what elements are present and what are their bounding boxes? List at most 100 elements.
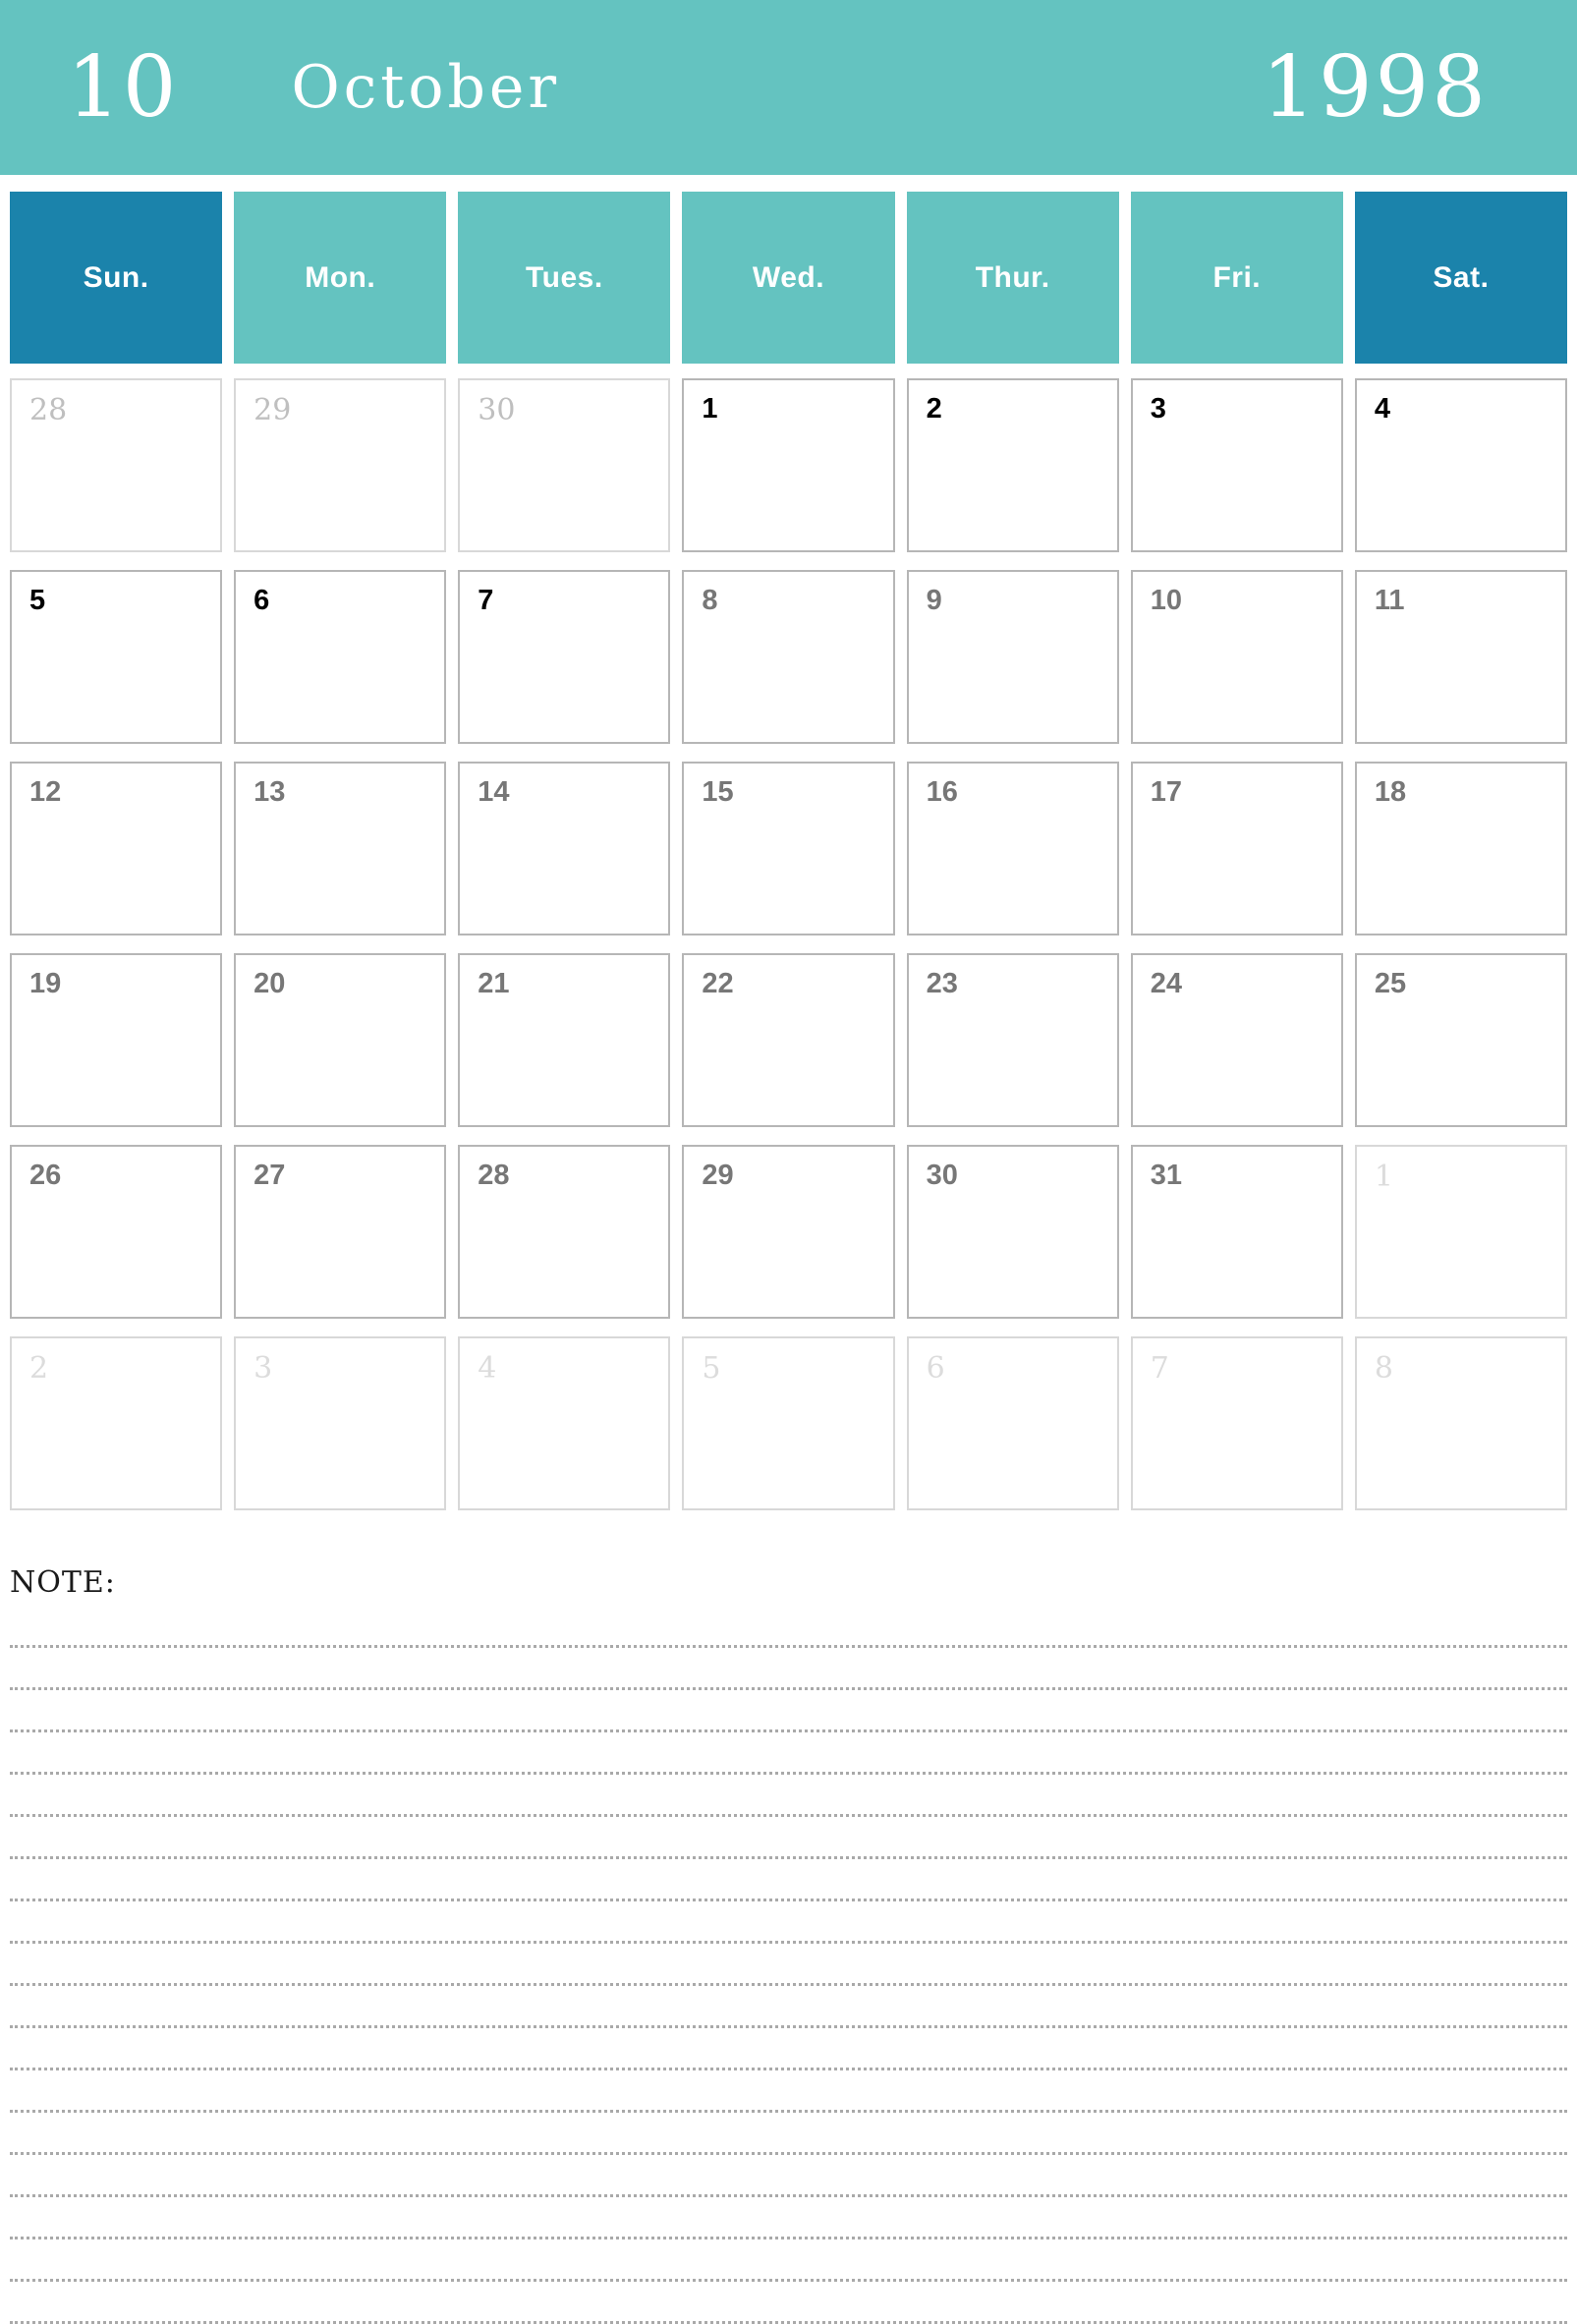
day-cell[interactable]: 2: [906, 378, 1119, 552]
note-line[interactable]: [10, 2239, 1567, 2282]
day-cell[interactable]: 5: [682, 1336, 895, 1510]
day-cell[interactable]: 29: [682, 1145, 895, 1319]
day-cell[interactable]: 13: [234, 762, 447, 935]
banner-month-name: October: [291, 53, 561, 122]
weekday-header-wed: Wed.: [682, 192, 895, 364]
day-cell[interactable]: 7: [458, 570, 671, 744]
day-cell[interactable]: 17: [1130, 762, 1343, 935]
day-cell[interactable]: 4: [458, 1336, 671, 1510]
day-number: 14: [478, 776, 510, 808]
day-cell[interactable]: 1: [682, 378, 895, 552]
day-cell[interactable]: 2: [10, 1336, 223, 1510]
day-cell[interactable]: 6: [234, 570, 447, 744]
weekday-header-sun: Sun.: [10, 192, 223, 364]
day-number: 23: [926, 968, 958, 999]
day-cell[interactable]: 4: [1354, 378, 1567, 552]
note-line[interactable]: [10, 2155, 1567, 2197]
note-line[interactable]: [10, 1986, 1567, 2028]
day-cell[interactable]: 28: [458, 1145, 671, 1319]
day-cell[interactable]: 18: [1354, 762, 1567, 935]
day-number: 10: [1150, 585, 1182, 616]
day-cell[interactable]: 1: [1354, 1145, 1567, 1319]
note-line[interactable]: [10, 1648, 1567, 1690]
day-number: 29: [253, 393, 292, 427]
day-cell[interactable]: 11: [1354, 570, 1567, 744]
note-line[interactable]: [10, 1817, 1567, 1859]
day-cell[interactable]: 29: [234, 378, 447, 552]
day-number: 3: [1150, 393, 1166, 425]
day-cell[interactable]: 7: [1130, 1336, 1343, 1510]
weekday-header-sat: Sat.: [1354, 192, 1567, 364]
note-line[interactable]: [10, 1606, 1567, 1648]
day-cell[interactable]: 8: [1354, 1336, 1567, 1510]
note-title: NOTE:: [10, 1565, 116, 1600]
day-number: 8: [1374, 1351, 1393, 1386]
note-line[interactable]: [10, 1775, 1567, 1817]
day-cell[interactable]: 19: [10, 953, 223, 1127]
note-line[interactable]: [10, 1732, 1567, 1775]
day-number: 25: [1374, 968, 1407, 999]
day-number: 21: [478, 968, 510, 999]
day-cell[interactable]: 10: [1130, 570, 1343, 744]
day-number: 9: [926, 585, 942, 616]
weekday-header-row: Sun. Mon. Tues. Wed. Thur. Fri. Sat.: [10, 192, 1567, 364]
day-number: 1: [1374, 1160, 1393, 1194]
weekday-label: Fri.: [1212, 260, 1262, 294]
note-line[interactable]: [10, 1944, 1567, 1986]
day-number: 28: [478, 1160, 510, 1191]
note-line[interactable]: [10, 1901, 1567, 1944]
note-line[interactable]: [10, 2197, 1567, 2239]
day-cell[interactable]: 28: [10, 378, 223, 552]
day-cell[interactable]: 30: [906, 1145, 1119, 1319]
day-cell[interactable]: 30: [458, 378, 671, 552]
note-line[interactable]: [10, 2070, 1567, 2113]
day-number: 4: [478, 1351, 497, 1386]
day-cell[interactable]: 8: [682, 570, 895, 744]
day-cell[interactable]: 24: [1130, 953, 1343, 1127]
day-cell[interactable]: 27: [234, 1145, 447, 1319]
banner-year: 1998: [1262, 38, 1489, 137]
day-number: 13: [253, 776, 286, 808]
note-lines[interactable]: [10, 1606, 1567, 2324]
day-cell[interactable]: 15: [682, 762, 895, 935]
weekday-header-mon: Mon.: [234, 192, 447, 364]
day-number: 18: [1374, 776, 1407, 808]
day-cell[interactable]: 14: [458, 762, 671, 935]
day-cell[interactable]: 6: [906, 1336, 1119, 1510]
day-cell[interactable]: 23: [906, 953, 1119, 1127]
day-cell[interactable]: 12: [10, 762, 223, 935]
day-number: 30: [478, 393, 516, 427]
day-number: 2: [926, 393, 942, 425]
note-line[interactable]: [10, 1859, 1567, 1901]
day-number: 12: [29, 776, 62, 808]
date-grid: 28 29 30 1 2 3 4 5 6 7 8 9 10 11 12 13 14 15 16 17 18 19 20 21 2…: [10, 378, 1567, 1510]
day-cell[interactable]: 21: [458, 953, 671, 1127]
day-number: 24: [1150, 968, 1182, 999]
note-line[interactable]: [10, 1690, 1567, 1732]
day-cell[interactable]: 25: [1354, 953, 1567, 1127]
day-number: 17: [1150, 776, 1182, 808]
day-cell[interactable]: 26: [10, 1145, 223, 1319]
weekday-label: Sun.: [83, 260, 149, 294]
day-cell[interactable]: 22: [682, 953, 895, 1127]
day-number: 6: [926, 1351, 945, 1386]
day-cell[interactable]: 9: [906, 570, 1119, 744]
note-line[interactable]: [10, 2113, 1567, 2155]
calendar-banner: 10 October 1998: [0, 0, 1577, 175]
day-number: 26: [29, 1160, 62, 1191]
day-cell[interactable]: 31: [1130, 1145, 1343, 1319]
day-cell[interactable]: 5: [10, 570, 223, 744]
day-number: 30: [926, 1160, 958, 1191]
note-line[interactable]: [10, 2028, 1567, 2070]
day-cell[interactable]: 3: [234, 1336, 447, 1510]
day-number: 1: [702, 393, 718, 425]
day-cell[interactable]: 16: [906, 762, 1119, 935]
day-number: 6: [253, 585, 270, 616]
day-number: 7: [478, 585, 494, 616]
day-cell[interactable]: 3: [1130, 378, 1343, 552]
day-cell[interactable]: 20: [234, 953, 447, 1127]
weekday-header-fri: Fri.: [1130, 192, 1343, 364]
note-line[interactable]: [10, 2282, 1567, 2324]
calendar-page: 10 October 1998 Sun. Mon. Tues. Wed. Thur. Fr…: [0, 0, 1577, 2324]
day-number: 29: [702, 1160, 734, 1191]
